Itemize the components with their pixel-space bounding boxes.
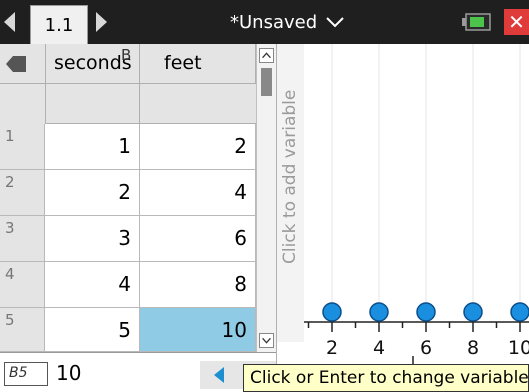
row-label[interactable]: 3 — [0, 216, 45, 262]
dot-plot-panel: Click to add variable 2 4 6 8 10 — [276, 44, 529, 392]
vertical-scrollbar[interactable] — [256, 44, 276, 352]
column-letter: B — [121, 46, 132, 64]
scrollbar-thumb[interactable] — [261, 68, 272, 96]
table-cell[interactable]: 6 — [140, 216, 256, 262]
close-button[interactable]: ✕ — [504, 9, 529, 35]
table-cell[interactable]: 8 — [140, 262, 256, 308]
title-bar: 1.1 *Unsaved ✕ — [0, 0, 529, 44]
tooltip: Click or Enter to change variable — [243, 364, 529, 392]
row-label[interactable]: 1 — [0, 124, 45, 170]
table-cell[interactable]: 1 — [45, 124, 140, 170]
tick-label: 2 — [326, 337, 338, 359]
scroll-down-icon[interactable] — [259, 333, 274, 348]
data-dot[interactable] — [322, 302, 342, 322]
cell-reference: B5 — [4, 362, 48, 386]
tick-label: 4 — [373, 337, 385, 359]
data-dot[interactable] — [416, 302, 436, 322]
entry-line: B5 10 — [0, 352, 276, 392]
dot-plot[interactable]: 2 4 6 8 10 — [304, 44, 529, 392]
table-cell[interactable]: 4 — [140, 170, 256, 216]
page-tab[interactable]: 1.1 — [30, 5, 88, 44]
document-title-menu[interactable]: *Unsaved — [230, 9, 345, 35]
row-label[interactable]: 4 — [0, 262, 45, 308]
column-header-seconds[interactable]: seconds B — [45, 44, 140, 84]
document-title: *Unsaved — [230, 11, 318, 33]
column-header-row: seconds B feet — [0, 44, 256, 84]
data-dot[interactable] — [510, 302, 529, 322]
table-cell[interactable]: 2 — [45, 170, 140, 216]
row-label[interactable]: 5 — [0, 308, 45, 352]
row-label[interactable]: 2 — [0, 170, 45, 216]
column-header-feet[interactable]: feet — [140, 44, 256, 84]
tick-label: 8 — [467, 337, 479, 359]
tick-label: 10 — [508, 337, 529, 359]
entry-input[interactable]: 10 — [56, 361, 81, 385]
scroll-left-icon[interactable] — [214, 367, 224, 383]
close-icon: ✕ — [508, 10, 525, 34]
formula-cell-seconds[interactable] — [45, 84, 140, 124]
battery-icon — [462, 13, 491, 31]
table-cell[interactable]: 4 — [45, 262, 140, 308]
table-cell[interactable]: 3 — [45, 216, 140, 262]
tick-label: 6 — [420, 337, 432, 359]
add-variable-label: Click to add variable — [280, 89, 300, 264]
page-tab-label: 1.1 — [44, 14, 74, 36]
selected-table-cell[interactable]: 10 — [140, 308, 256, 352]
scroll-up-icon[interactable] — [259, 48, 274, 63]
data-dot[interactable] — [463, 302, 483, 322]
table-cell[interactable]: 2 — [140, 124, 256, 170]
tag-icon — [6, 56, 26, 72]
column-name-feet: feet — [164, 52, 202, 74]
previous-page-arrow-icon[interactable] — [4, 12, 15, 32]
table-cell[interactable]: 5 — [45, 308, 140, 352]
chevron-down-icon — [326, 17, 344, 28]
data-dot[interactable] — [369, 302, 389, 322]
spreadsheet: seconds B feet = 1 1 2 2 2 4 3 3 6 4 4 8… — [0, 44, 276, 352]
next-page-arrow-icon[interactable] — [96, 12, 107, 32]
add-variable-bar[interactable]: Click to add variable — [277, 44, 304, 342]
